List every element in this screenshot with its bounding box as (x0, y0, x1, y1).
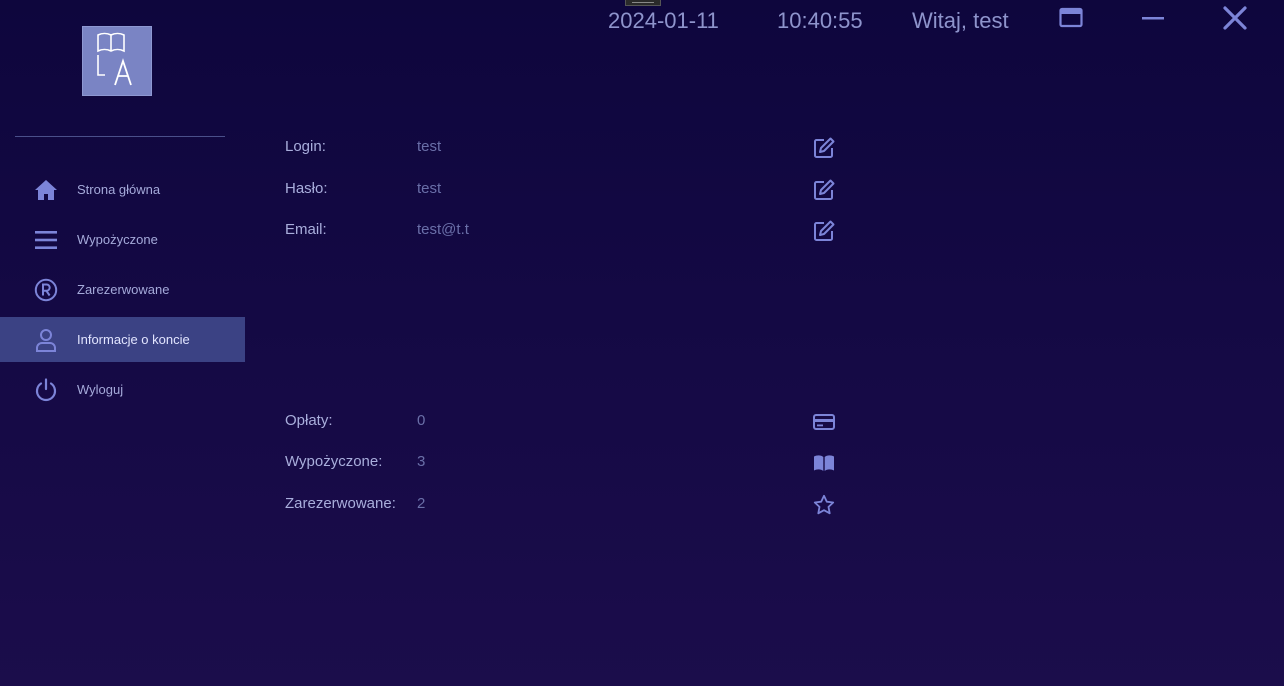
sidebar-item-account-info[interactable]: Informacje o koncie (0, 317, 245, 362)
sidebar-nav: Strona główna Wypożyczone Zarezerwowane … (0, 167, 245, 417)
edit-password-button[interactable] (812, 178, 836, 202)
menu-icon (33, 227, 58, 252)
sidebar-item-home[interactable]: Strona główna (0, 167, 245, 212)
header-time: 10:40:55 (777, 8, 863, 33)
login-value: test (417, 138, 442, 155)
email-label: Email: (285, 221, 327, 238)
close-icon (1222, 5, 1248, 36)
login-label: Login: (285, 138, 326, 155)
minimize-icon (1140, 5, 1166, 36)
fees-label: Opłaty: (285, 412, 333, 429)
password-value: test (417, 180, 442, 197)
borrowed-count-row: Wypożyczone: 3 (285, 451, 845, 475)
login-row: Login: test (285, 136, 845, 160)
fees-row: Opłaty: 0 (285, 410, 845, 434)
email-value: test@t.t (417, 221, 469, 238)
header-greeting: Witaj, test (912, 8, 1009, 33)
app-logo (82, 26, 152, 96)
edit-icon (814, 137, 835, 158)
fees-value: 0 (417, 412, 426, 429)
header-date: 2024-01-11 (608, 8, 719, 33)
star-icon (812, 493, 836, 517)
password-label: Hasło: (285, 180, 328, 197)
sidebar-item-label: Wypożyczone (77, 232, 158, 247)
borrowed-count-value: 3 (417, 453, 426, 470)
borrowed-count-label: Wypożyczone: (285, 453, 383, 470)
sidebar-divider (15, 136, 225, 137)
reserved-count-row: Zarezerwowane: 2 (285, 493, 845, 517)
logo-book-icon (97, 32, 132, 86)
edit-icon (814, 179, 835, 200)
window-grip[interactable] (625, 0, 661, 6)
minimize-button[interactable] (1139, 6, 1167, 34)
power-icon (33, 377, 58, 402)
password-row: Hasło: test (285, 178, 845, 202)
credit-card-icon (812, 410, 836, 434)
sidebar-item-logout[interactable]: Wyloguj (0, 367, 245, 412)
book-icon (812, 451, 836, 475)
sidebar-item-reserved[interactable]: Zarezerwowane (0, 267, 245, 312)
edit-login-button[interactable] (812, 136, 836, 160)
sidebar-item-label: Informacje o koncie (77, 332, 190, 347)
email-row: Email: test@t.t (285, 219, 845, 243)
reserved-count-label: Zarezerwowane: (285, 495, 396, 512)
reserved-count-value: 2 (417, 495, 426, 512)
registered-icon (33, 277, 58, 302)
edit-email-button[interactable] (812, 219, 836, 243)
home-icon (33, 177, 58, 202)
sidebar-item-label: Strona główna (77, 182, 161, 197)
close-button[interactable] (1221, 5, 1249, 36)
edit-icon (814, 220, 835, 241)
maximize-icon (1059, 7, 1083, 34)
sidebar-item-label: Zarezerwowane (77, 282, 170, 297)
sidebar-item-label: Wyloguj (77, 382, 124, 397)
user-icon (33, 327, 58, 352)
maximize-button[interactable] (1057, 6, 1085, 34)
sidebar-item-borrowed[interactable]: Wypożyczone (0, 217, 245, 262)
